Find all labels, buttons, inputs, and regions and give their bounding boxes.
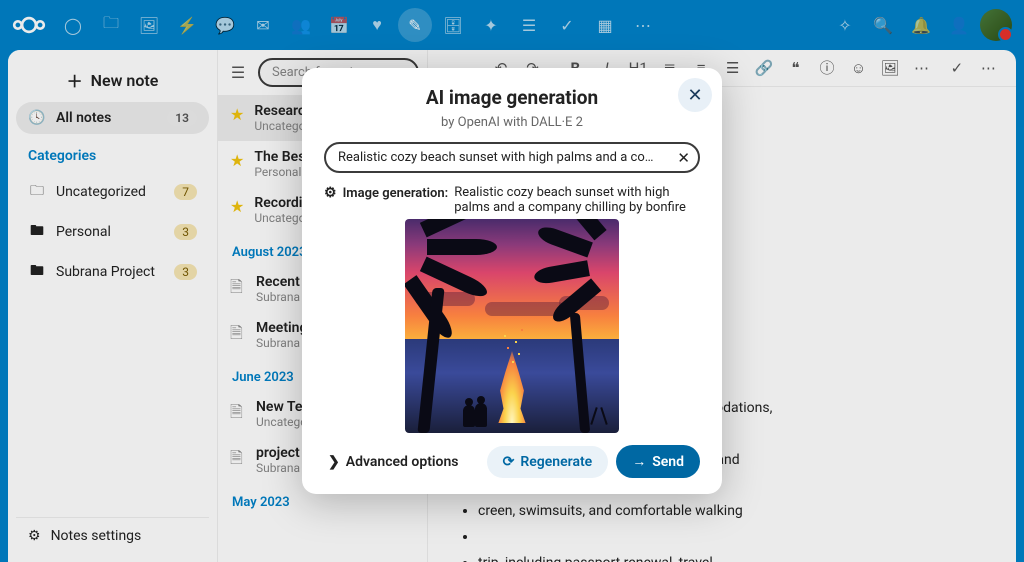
- arrow-right-icon: →: [632, 453, 646, 470]
- advanced-label: Advanced options: [346, 454, 459, 470]
- regenerate-button[interactable]: ⟳ Regenerate: [487, 446, 609, 478]
- modal-subtitle: by OpenAI with DALL·E 2: [324, 115, 700, 130]
- clear-icon[interactable]: ✕: [677, 149, 690, 167]
- modal-backdrop: ✕ AI image generation by OpenAI with DAL…: [0, 0, 1024, 562]
- sparkle-icon: ⚙: [324, 185, 337, 201]
- send-button[interactable]: → Send: [616, 445, 700, 478]
- send-label: Send: [652, 454, 684, 470]
- regenerate-label: Regenerate: [520, 454, 592, 470]
- close-button[interactable]: ✕: [678, 78, 712, 112]
- refresh-icon: ⟳: [503, 454, 515, 470]
- modal-footer: ❯ Advanced options ⟳ Regenerate → Send: [324, 445, 700, 478]
- prompt-input[interactable]: Realistic cozy beach sunset with high pa…: [324, 142, 700, 173]
- prompt-text: Realistic cozy beach sunset with high pa…: [338, 150, 700, 165]
- modal-title: AI image generation: [324, 86, 700, 109]
- chevron-right-icon: ❯: [328, 454, 340, 470]
- generated-image: [405, 219, 619, 433]
- generation-label: ⚙ Image generation:: [324, 185, 448, 201]
- advanced-options-toggle[interactable]: ❯ Advanced options: [324, 448, 463, 476]
- ai-image-modal: ✕ AI image generation by OpenAI with DAL…: [302, 68, 722, 494]
- close-icon: ✕: [687, 85, 702, 106]
- generation-prompt-text: Realistic cozy beach sunset with high pa…: [454, 185, 700, 215]
